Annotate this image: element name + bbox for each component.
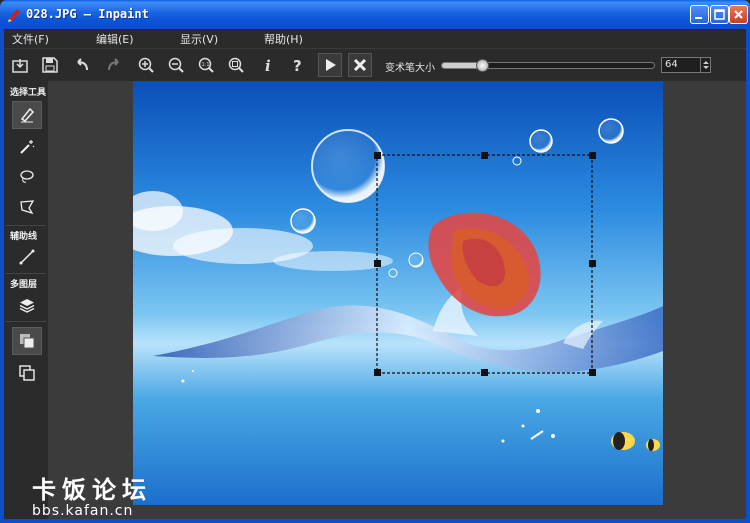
spin-arrows-icon [703, 61, 709, 69]
actual-size-button[interactable]: 1:1 [194, 53, 218, 77]
toolbar: 1:1 i ? 变术笔大小 64 [4, 48, 746, 80]
divider [6, 273, 46, 274]
help-button[interactable]: ? [286, 53, 310, 77]
slider-thumb[interactable] [476, 59, 489, 72]
multi-layer-label: 多图层 [10, 280, 38, 290]
divider [6, 225, 46, 226]
info-button[interactable]: i [256, 53, 280, 77]
magic-wand-icon [20, 140, 35, 154]
layers-icon [19, 299, 35, 313]
lasso-tool-button[interactable] [12, 163, 42, 191]
select-tools-label: 选择工具 [10, 88, 47, 98]
menu-file[interactable]: 文件(F) [12, 31, 49, 47]
cancel-icon [353, 58, 367, 72]
watermark-title: 卡饭论坛 [32, 476, 152, 504]
redo-button[interactable] [102, 53, 126, 77]
title-bar: 028.JPG — Inpaint [0, 0, 750, 29]
guide-lines-label: 辅助线 [10, 232, 38, 242]
info-icon: i [265, 57, 271, 74]
minimize-icon [695, 17, 702, 19]
magic-wand-tool-button[interactable] [12, 133, 42, 161]
undo-icon [77, 58, 88, 71]
zoom-out-icon [168, 57, 184, 73]
brush-size-slider[interactable] [441, 59, 655, 72]
close-button[interactable] [729, 5, 748, 24]
undo-button[interactable] [70, 53, 94, 77]
close-icon [734, 10, 743, 19]
brush-size-spinbox[interactable]: 64 [661, 57, 711, 73]
divider [6, 321, 46, 322]
open-button[interactable] [8, 53, 32, 77]
help-icon: ? [293, 57, 302, 74]
spin-arrows[interactable] [700, 58, 710, 72]
layer-back-button[interactable] [12, 359, 42, 387]
actual-size-icon: 1:1 [198, 57, 214, 73]
fit-window-button[interactable] [224, 53, 248, 77]
layer-back-icon [19, 365, 35, 381]
menu-edit[interactable]: 编辑(E) [96, 31, 134, 47]
guide-line-tool-button[interactable] [12, 243, 42, 271]
canvas-area [48, 81, 746, 519]
watermark: 卡饭论坛 bbs.kafan.cn [32, 470, 152, 519]
maximize-button[interactable] [710, 5, 729, 24]
layer-front-button[interactable] [12, 327, 42, 355]
image-canvas[interactable] [133, 81, 663, 505]
minimize-button[interactable] [690, 5, 709, 24]
brush-size-value: 64 [665, 59, 678, 70]
line-icon [19, 249, 35, 265]
lasso-icon [20, 170, 34, 183]
polygon-lasso-tool-button[interactable] [12, 193, 42, 221]
window-frame-right [746, 29, 750, 523]
svg-text:1:1: 1:1 [202, 62, 210, 68]
app-icon [8, 9, 20, 22]
polygon-lasso-icon [20, 200, 35, 215]
ocean-photo [133, 81, 663, 505]
marker-icon [20, 107, 35, 123]
save-button[interactable] [38, 53, 62, 77]
watermark-url: bbs.kafan.cn [32, 503, 134, 519]
layers-tool-button[interactable] [12, 291, 42, 319]
open-icon [12, 59, 28, 73]
run-icon [326, 59, 336, 71]
window-frame-bottom [0, 519, 750, 523]
marker-tool-button[interactable] [12, 101, 42, 129]
maximize-icon [714, 9, 725, 20]
menu-bar: 文件(F) 编辑(E) 显示(V) 帮助(H) [4, 29, 746, 48]
tool-panel: 选择工具 辅助线 多图层 [4, 81, 48, 519]
menu-view[interactable]: 显示(V) [180, 31, 218, 47]
layer-front-icon [20, 334, 35, 349]
zoom-out-button[interactable] [164, 53, 188, 77]
svg-text:?: ? [293, 57, 302, 74]
run-button[interactable] [318, 53, 342, 77]
zoom-in-button[interactable] [134, 53, 158, 77]
cancel-button[interactable] [348, 53, 372, 77]
fit-window-icon [228, 57, 244, 73]
brush-size-label: 变术笔大小 [385, 63, 435, 74]
zoom-in-icon [138, 57, 154, 73]
redo-icon [108, 58, 119, 71]
menu-help[interactable]: 帮助(H) [264, 31, 303, 47]
save-icon [42, 57, 58, 73]
window-title: 028.JPG — Inpaint [26, 7, 149, 21]
svg-text:i: i [265, 57, 271, 74]
